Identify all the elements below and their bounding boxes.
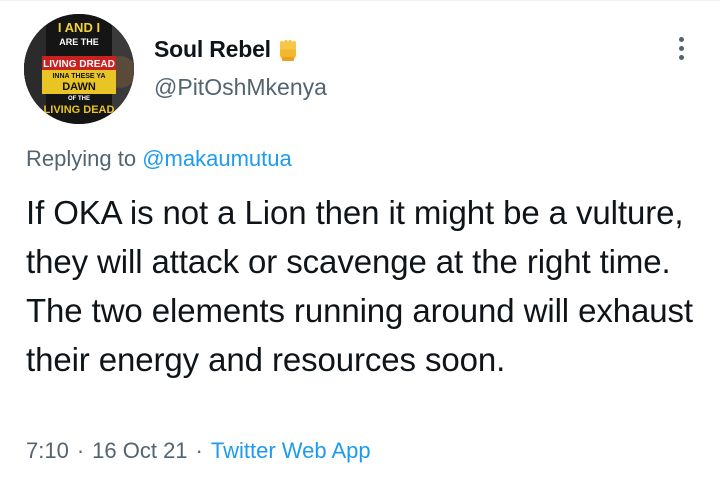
avatar-image: I AND I ARE THE LIVING DREAD INNA THESE … [24,14,134,124]
display-name[interactable]: Soul Rebel [154,36,271,63]
more-dot-icon [678,36,684,42]
tweet-card: I AND I ARE THE LIVING DREAD INNA THESE … [0,0,720,482]
tweet-time[interactable]: 7:10 [26,438,69,464]
user-handle[interactable]: @PitOshMkenya [154,74,327,101]
avatar-text-1: I AND I [58,20,100,35]
tweet-source-link[interactable]: Twitter Web App [211,438,371,464]
meta-separator: · [76,438,85,463]
avatar-text-3: LIVING DREAD [43,59,115,70]
more-dot-icon [678,54,684,60]
avatar-text-2: ARE THE [59,37,99,47]
meta-separator: · [195,438,203,463]
avatar-text-6: OF THE [68,96,90,102]
more-dot-icon [678,45,684,51]
replying-to: Replying to @makaumutua [26,146,292,172]
avatar-text-7: LIVING DEAD [44,104,115,116]
tweet-text: If OKA is not a Lion then it might be a … [26,194,693,378]
more-options-button[interactable] [664,28,698,68]
avatar[interactable]: I AND I ARE THE LIVING DREAD INNA THESE … [24,14,134,124]
reply-mention-link[interactable]: @makaumutua [142,146,292,171]
tweet-date[interactable]: 16 Oct 21 [92,438,187,464]
avatar-text-4: INNA THESE YA [52,73,105,80]
avatar-text-5: DAWN [62,81,96,93]
tweet-meta: 7:10 · 16 Oct 21 · Twitter Web App [26,438,371,464]
divider [0,0,720,1]
user-name-row[interactable]: Soul Rebel [154,36,301,63]
raised-fist-icon [275,37,301,63]
replying-to-label: Replying to [26,146,137,171]
